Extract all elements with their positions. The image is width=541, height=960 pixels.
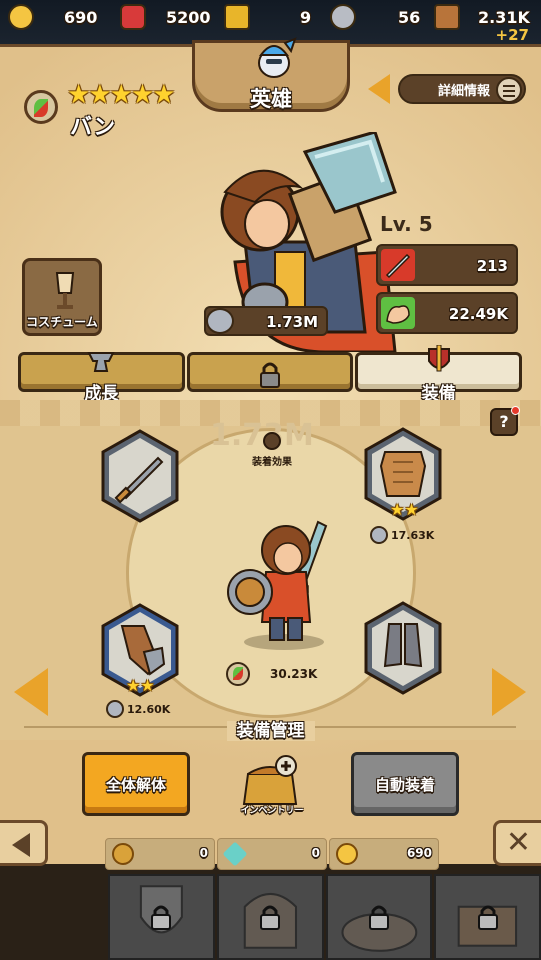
nav-locked-4[interactable]: [434, 874, 541, 960]
weapon-slot[interactable]: [92, 428, 188, 524]
scroll-value: 0: [199, 846, 208, 860]
dagger-icon: [101, 429, 179, 523]
back-button[interactable]: [0, 820, 48, 866]
close-button[interactable]: ✕: [493, 820, 541, 866]
key-icon: [224, 4, 250, 30]
boots-icon: [364, 601, 442, 695]
gloves-stars: ★★: [126, 676, 155, 695]
hero-tabs: 成長 装備: [18, 345, 523, 404]
dismantle-all-label: 全体解体: [105, 776, 166, 794]
ruby-icon: [120, 4, 146, 30]
scroll-resource: 0: [105, 838, 215, 870]
hero-chibi: [227, 520, 328, 650]
gold-resource-bottom: 690: [329, 838, 439, 870]
next-hero-arrow[interactable]: [492, 668, 526, 716]
set-effect-label: 装着効果: [252, 457, 292, 468]
hero-name: バン: [70, 115, 116, 140]
ticket-icon: [330, 4, 356, 30]
tab-locked[interactable]: [186, 352, 354, 392]
notification-dot: [511, 406, 520, 415]
combat-power: 1.73M: [204, 306, 328, 336]
auto-equip-button[interactable]: 自動装着: [351, 752, 459, 816]
attack-stat: 213: [376, 244, 518, 286]
inventory-label: インベントリー: [240, 806, 304, 816]
hp-stat: 22.49K: [376, 292, 518, 334]
crystal-value: 0: [311, 846, 320, 860]
gold-resource[interactable]: 690: [8, 4, 97, 30]
set-effect-button[interactable]: 装着効果: [244, 432, 300, 469]
auto-equip-label: 自動装着: [374, 776, 435, 794]
element-badge-icon: [24, 90, 58, 124]
armor-power-value: 17.63K: [391, 528, 435, 542]
title-plaque: 英雄: [192, 37, 350, 112]
tab-growth[interactable]: 成長: [18, 352, 185, 404]
bottom-nav: [0, 874, 541, 960]
key-resource[interactable]: 9: [224, 4, 311, 30]
crossed-swords-icon: [206, 308, 234, 334]
costume-label: コスチューム: [26, 315, 98, 329]
gem-value: 5200: [166, 7, 211, 27]
scroll-icon: [112, 843, 134, 865]
boots-slot[interactable]: [355, 600, 451, 696]
hero-level: Lv. 5: [380, 212, 433, 236]
equipment-power-value: 30.23K: [270, 667, 318, 681]
detail-info-label: 詳細情報: [438, 83, 491, 99]
crystal-icon: [222, 841, 248, 867]
ticket-resource[interactable]: 56: [330, 4, 420, 30]
gold-value: 690: [64, 7, 98, 27]
lock-icon: [151, 905, 172, 930]
gold-coin-icon: [336, 843, 358, 865]
material-resources: 0 0 690: [105, 838, 439, 870]
equipment-total-power: 30.23K: [226, 662, 317, 686]
detail-info-button[interactable]: 詳細情報: [398, 74, 526, 104]
lock-icon: [477, 905, 498, 930]
equipment-management-label: 装備管理: [226, 721, 315, 741]
hero-stars: ★★★★★: [67, 80, 176, 110]
inventory-button[interactable]: インベントリー: [234, 752, 310, 818]
wood-gain: +27: [495, 26, 529, 44]
knight-mascot-icon: [258, 37, 297, 78]
set-effect-icon: [263, 432, 281, 450]
wood-value: 2.31K: [478, 7, 530, 27]
nav-locked-2[interactable]: [216, 874, 324, 960]
nav-locked-1[interactable]: [108, 874, 215, 960]
lock-icon: [260, 905, 281, 930]
attack-value: 213: [476, 257, 508, 275]
dismantle-all-button[interactable]: 全体解体: [82, 752, 190, 816]
help-label: ?: [499, 412, 509, 431]
armor-stars: ★★: [390, 500, 419, 519]
costume-button[interactable]: コスチューム: [22, 258, 102, 336]
element-badge-icon: [226, 662, 250, 686]
crossed-swords-icon: [370, 526, 388, 544]
ticket-value: 56: [398, 7, 421, 27]
gem-resource[interactable]: 5200: [120, 4, 211, 30]
key-value: 9: [300, 7, 312, 27]
page-title: 英雄: [250, 87, 292, 111]
help-button[interactable]: ?: [490, 406, 520, 436]
gold-coin-icon: [8, 4, 34, 30]
lock-icon: [260, 362, 280, 388]
gloves-power-value: 12.60K: [127, 702, 171, 716]
lock-icon: [368, 905, 389, 930]
gold-value-bottom: 690: [406, 846, 432, 860]
muscle-hp-icon: [381, 297, 415, 329]
previous-hero-arrow[interactable]: [14, 668, 48, 716]
nav-locked-3[interactable]: [325, 874, 433, 960]
previous-hero-arrow[interactable]: [368, 74, 390, 104]
tab-equipment[interactable]: 装備: [355, 345, 523, 404]
sword-attack-icon: [381, 249, 415, 281]
crystal-resource: 0: [217, 838, 327, 870]
mannequin-icon: [55, 272, 75, 309]
hp-value: 22.49K: [448, 305, 508, 323]
shield-sword-icon: [427, 345, 450, 372]
combat-power-value: 1.73M: [266, 313, 318, 331]
equipment-management-title: 装備管理: [0, 716, 541, 741]
anvil-icon: [87, 352, 115, 372]
armor-power: 17.63K: [370, 526, 434, 544]
back-arrow-icon: [12, 833, 30, 857]
wood-icon: [434, 4, 460, 30]
menu-icon: [496, 77, 522, 103]
